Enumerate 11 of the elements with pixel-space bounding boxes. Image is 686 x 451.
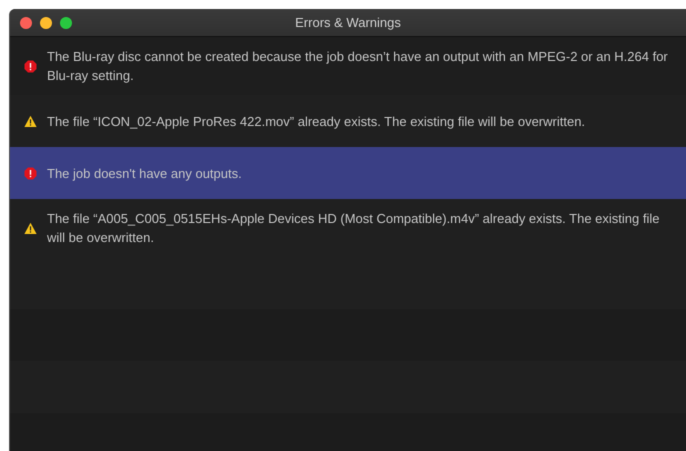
minimize-button[interactable] xyxy=(40,16,52,28)
message-row[interactable]: The job doesn't have any outputs. xyxy=(10,147,686,199)
message-row[interactable]: The file “ICON_02-Apple ProRes 422.mov” already exists. The existing file will be overwritten. xyxy=(10,95,686,147)
warning-icon xyxy=(24,114,37,128)
close-button[interactable] xyxy=(20,16,32,28)
window-title: Errors & Warnings xyxy=(295,15,401,30)
zoom-button[interactable] xyxy=(60,16,72,28)
error-icon xyxy=(24,166,37,180)
error-icon xyxy=(24,60,37,72)
warning-icon xyxy=(24,222,37,234)
message-row[interactable]: The file “A005_C005_0515EHs-Apple Devices HD (Most Compatible).m4v” already exists. The existing file will be overwritten. xyxy=(10,199,686,257)
